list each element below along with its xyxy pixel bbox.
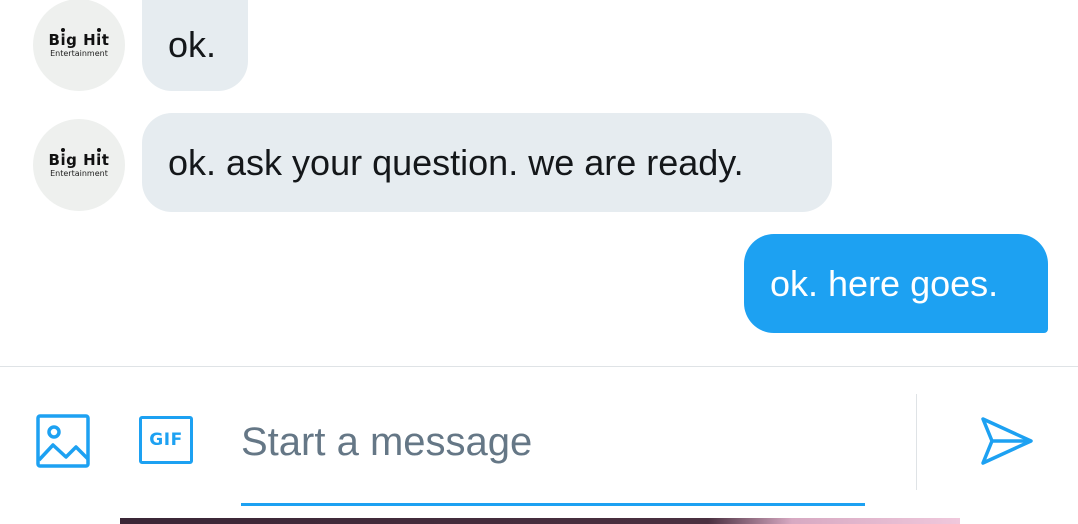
sent-message-bubble[interactable]: ok. here goes. xyxy=(744,234,1048,333)
gif-label: GIF xyxy=(149,430,183,450)
logo-dot xyxy=(60,147,65,152)
composer-divider xyxy=(0,366,1078,367)
avatar-logo-text: Big Hit xyxy=(49,147,110,168)
composer-separator xyxy=(916,394,917,490)
dm-conversation-screen: Big Hit Entertainment ok. Big Hit Entert… xyxy=(0,0,1078,524)
logo-dot xyxy=(60,27,65,32)
avatar-logo-subtext: Entertainment xyxy=(50,48,108,58)
logo-dot xyxy=(96,27,101,32)
avatar-logo-subtext: Entertainment xyxy=(50,168,108,178)
send-icon[interactable] xyxy=(980,416,1034,466)
message-text: ok. xyxy=(168,23,217,65)
logo-dot xyxy=(96,147,101,152)
message-text: ok. ask your question. we are ready. xyxy=(168,141,744,183)
received-message-bubble[interactable]: ok. xyxy=(142,0,248,91)
avatar[interactable]: Big Hit Entertainment xyxy=(33,0,125,91)
message-text: ok. here goes. xyxy=(770,262,999,304)
image-icon[interactable] xyxy=(36,414,90,468)
avatar-logo-text: Big Hit xyxy=(49,27,110,48)
message-input[interactable] xyxy=(241,412,865,472)
keyboard-preview-strip xyxy=(120,518,960,524)
received-message-bubble[interactable]: ok. ask your question. we are ready. xyxy=(142,113,832,212)
avatar[interactable]: Big Hit Entertainment xyxy=(33,119,125,211)
gif-button[interactable]: GIF xyxy=(139,416,193,464)
message-input-underline xyxy=(241,503,865,506)
